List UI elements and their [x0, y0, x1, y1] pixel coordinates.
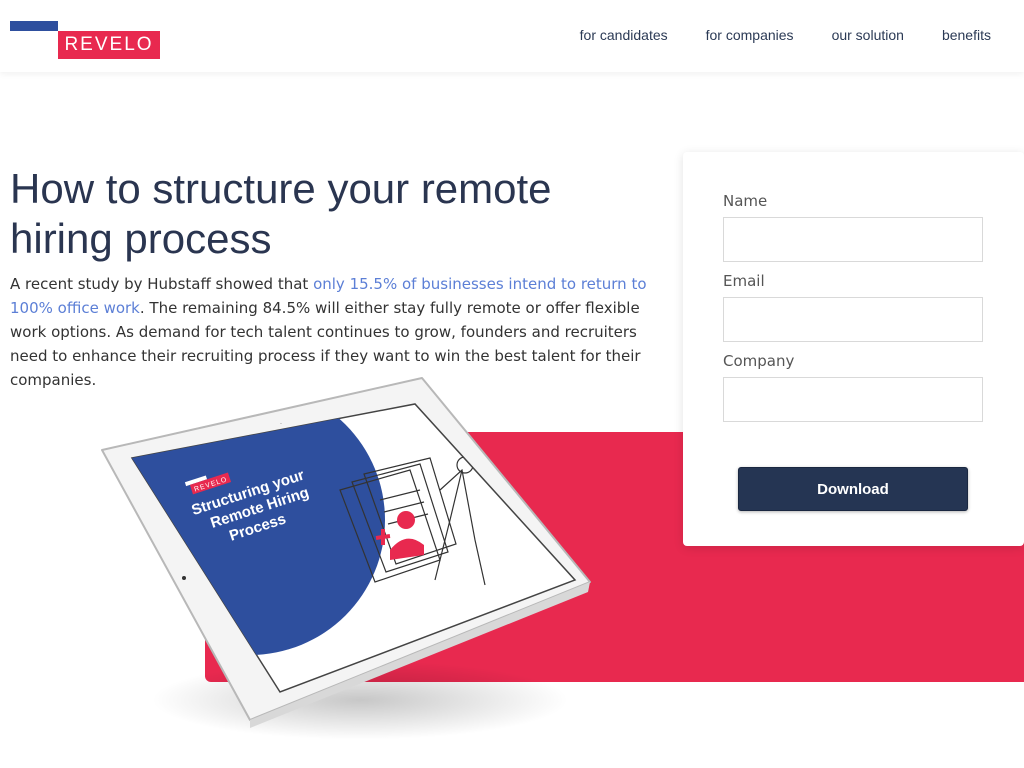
ebook-tablet-image: ·· REVELO Structuring your Remote Hiring… — [101, 377, 591, 728]
company-field[interactable] — [723, 377, 983, 422]
company-label: Company — [723, 352, 795, 370]
nav-for-candidates[interactable]: for candidates — [580, 27, 668, 43]
revelo-logo[interactable]: REVELO — [10, 21, 160, 61]
download-form: Name Email Company Download — [683, 152, 1024, 546]
email-label: Email — [723, 272, 765, 290]
name-label: Name — [723, 192, 768, 210]
intro-text-start: A recent study by Hubstaff showed that — [10, 275, 314, 293]
nav-our-solution[interactable]: our solution — [832, 27, 904, 43]
site-header: REVELO for candidates for companies our … — [0, 0, 1024, 72]
email-field[interactable] — [723, 297, 983, 342]
nav-for-companies[interactable]: for companies — [706, 27, 794, 43]
avatar-illustration — [397, 511, 415, 529]
nav-benefits[interactable]: benefits — [942, 27, 991, 43]
name-field[interactable] — [723, 217, 983, 262]
logo-accent-bar — [10, 21, 58, 31]
logo-wordmark: REVELO — [58, 31, 160, 59]
main-nav: for candidates for companies our solutio… — [580, 27, 991, 43]
download-button[interactable]: Download — [738, 467, 968, 511]
tablet-camera — [182, 576, 186, 580]
page-title: How to structure your remote hiring proc… — [10, 165, 552, 262]
